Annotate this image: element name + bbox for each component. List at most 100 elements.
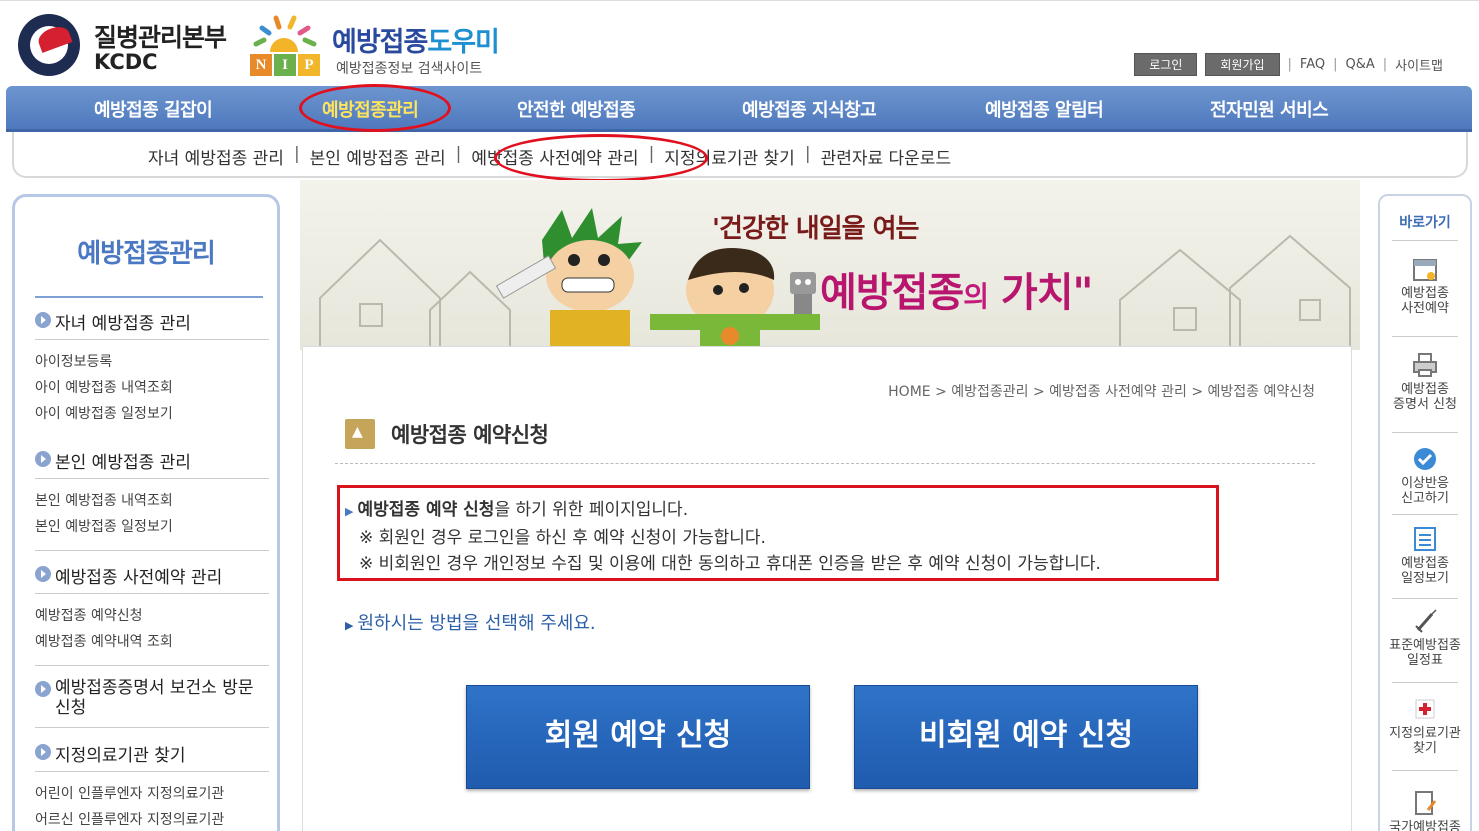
sidebar-link[interactable]: 어르신 인플루엔자 지정의료기관: [35, 809, 224, 829]
qna-link[interactable]: Q&A: [1346, 57, 1375, 72]
subnav-item-downloads[interactable]: 관련자료 다운로드: [821, 144, 952, 169]
divider: [1392, 682, 1458, 683]
document-icon: [1415, 791, 1437, 815]
sidebar-link[interactable]: 예방접종 예약신청: [35, 605, 143, 625]
login-button[interactable]: 로그인: [1134, 53, 1198, 76]
sidebar-section-hospital[interactable]: 지정의료기관 찾기: [35, 741, 269, 766]
info-bold: 예방접종 예약 신청: [357, 500, 495, 520]
divider: [35, 339, 269, 340]
divider: [1392, 770, 1458, 771]
divider: [35, 665, 269, 666]
quick-item-standard-schedule[interactable]: 표준예방접종 일정표: [1380, 608, 1470, 668]
divider: [1392, 240, 1458, 241]
sidebar-link[interactable]: 아이 예방접종 내역조회: [35, 377, 173, 397]
choose-method-text: ▶ 원하시는 방법을 선택해 주세요.: [345, 609, 596, 635]
top-utility-links: 로그인 회원가입 | FAQ | Q&A | 사이트맵: [1134, 53, 1443, 76]
quick-item-reservation[interactable]: 예방접종 사전예약: [1380, 256, 1470, 316]
gnb-item-guide[interactable]: 예방접종 길잡이: [94, 96, 213, 122]
gnb-item-knowledge[interactable]: 예방접종 지식창고: [742, 96, 877, 122]
member-reservation-button[interactable]: 회원 예약 신청: [466, 685, 810, 789]
arrow-icon: ▶: [345, 619, 354, 632]
banner-slogan-word: 예방접종: [820, 270, 964, 316]
page-title: 예방접종 예약신청: [345, 419, 549, 449]
subnav-item-self[interactable]: 본인 예방접종 관리: [310, 144, 446, 169]
join-button[interactable]: 회원가입: [1205, 53, 1280, 76]
main-visual-banner: '건강한 내일을 여는 예방접종의 가치": [300, 180, 1360, 350]
divider: |: [1287, 57, 1292, 72]
divider: |: [1333, 57, 1338, 72]
sidebar-link[interactable]: 아이 예방접종 일정보기: [35, 403, 173, 423]
title-icon: [345, 419, 375, 449]
sidebar-section-certificate[interactable]: 예방접종증명서 보건소 방문신청: [35, 678, 269, 718]
sun-icon: [253, 15, 317, 52]
sidebar-link[interactable]: 본인 예방접종 일정보기: [35, 516, 173, 536]
divider: [35, 771, 269, 772]
quick-item-label: 증명서 신청: [1393, 397, 1457, 412]
list-icon: [1414, 527, 1436, 551]
kcdc-emblem-icon: [18, 14, 80, 76]
subnav-item-hospital[interactable]: 지정의료기관 찾기: [664, 144, 795, 169]
info-note-member: ※ 회원인 경우 로그인을 하신 후 예약 신청이 가능합니다.: [359, 528, 766, 548]
gnb-item-safe-vaccination[interactable]: 안전한 예방접종: [517, 96, 636, 122]
choose-method-label: 원하시는 방법을 선택해 주세요.: [357, 613, 596, 634]
sidebar-section-child[interactable]: 자녀 예방접종 관리: [35, 309, 269, 334]
sidebar-link[interactable]: 아이정보등록: [35, 351, 112, 371]
nip-letter-p: P: [298, 54, 320, 76]
gnb-item-management[interactable]: 예방접종관리: [322, 96, 419, 122]
kcdc-logo[interactable]: 질병관리본부 KCDC: [18, 12, 248, 78]
sidebar-link[interactable]: 예방접종 예약내역 조회: [35, 631, 173, 651]
sidebar-section-label: 지정의료기관 찾기: [55, 746, 186, 766]
sidebar-section-label: 예방접종증명서 보건소 방문신청: [55, 678, 254, 718]
divider: [1392, 336, 1458, 337]
sidebar-title-underline: [35, 296, 263, 298]
divider: [35, 550, 269, 551]
quick-item-national[interactable]: 국가예방접종: [1380, 790, 1470, 831]
gnb-item-civil-service[interactable]: 전자민원 서비스: [1210, 96, 1329, 122]
nonmember-reservation-button[interactable]: 비회원 예약 신청: [854, 685, 1198, 789]
divider: [35, 727, 269, 728]
quick-item-label: 이상반응: [1401, 476, 1449, 491]
faq-link[interactable]: FAQ: [1300, 57, 1325, 72]
arrow-bullet-icon: [35, 681, 51, 697]
site-title-sub: 도우미: [427, 27, 500, 58]
banner-slogan-main: 예방접종의 가치": [820, 260, 1093, 318]
quick-item-label: 사전예약: [1401, 301, 1449, 316]
divider: [1392, 598, 1458, 599]
printer-icon: [1413, 353, 1437, 377]
quick-item-label: 일정보기: [1401, 571, 1449, 586]
arrow-bullet-icon: [35, 744, 51, 760]
divider: [1392, 514, 1458, 515]
arrow-bullet-icon: [35, 566, 51, 582]
nip-letter-i: I: [274, 54, 296, 76]
nip-letters: N I P: [250, 54, 320, 78]
quick-item-schedule[interactable]: 예방접종 일정보기: [1380, 526, 1470, 586]
arrow-bullet-icon: [35, 451, 51, 467]
quick-item-label: 예방접종: [1401, 382, 1449, 397]
quick-item-hospital[interactable]: 지정의료기관 찾기: [1380, 696, 1470, 756]
info-line: ▶ 예방접종 예약 신청을 하기 위한 페이지입니다.: [345, 497, 1101, 525]
quick-item-adverse-report[interactable]: 이상반응 신고하기: [1380, 446, 1470, 506]
site-logo[interactable]: N I P 예방접종도우미 예방접종정보 검색사이트: [246, 14, 516, 80]
subnav-item-child[interactable]: 자녀 예방접종 관리: [148, 144, 284, 169]
sidebar-title: 예방접종관리: [77, 239, 216, 269]
sidebar-link[interactable]: 어린이 인플루엔자 지정의료기관: [35, 783, 224, 803]
banner-slogan-end: 가치": [1000, 270, 1093, 316]
info-box: ▶ 예방접종 예약 신청을 하기 위한 페이지입니다. ※ 회원인 경우 로그인을…: [345, 497, 1101, 577]
gnb-item-notice[interactable]: 예방접종 알림터: [985, 96, 1104, 122]
sidebar-link[interactable]: 본인 예방접종 내역조회: [35, 490, 173, 510]
sidebar-section-label: 본인 예방접종 관리: [55, 453, 191, 473]
info-rest: 을 하기 위한 페이지입니다.: [494, 500, 689, 520]
sidebar-section-label: 자녀 예방접종 관리: [55, 314, 191, 334]
org-name-en: KCDC: [94, 50, 158, 74]
sitemap-link[interactable]: 사이트맵: [1395, 55, 1443, 74]
sidebar-section-self[interactable]: 본인 예방접종 관리: [35, 448, 269, 473]
quick-menu: 바로가기 예방접종 사전예약 예방접종 증명서 신청 이상반응 신고하기 예방접종 일정…: [1378, 194, 1472, 831]
subnav-item-reservation[interactable]: 예방접종 사전예약 관리: [471, 144, 638, 169]
sidebar-section-label: 예방접종 사전예약 관리: [55, 568, 223, 588]
divider: [35, 593, 269, 594]
arrow-icon: ▶: [345, 505, 354, 518]
site-title-main: 예방접종: [332, 27, 428, 58]
quick-item-certificate[interactable]: 예방접종 증명서 신청: [1380, 352, 1470, 412]
sidebar-section-reservation[interactable]: 예방접종 사전예약 관리: [35, 563, 269, 588]
divider: |: [293, 144, 300, 164]
